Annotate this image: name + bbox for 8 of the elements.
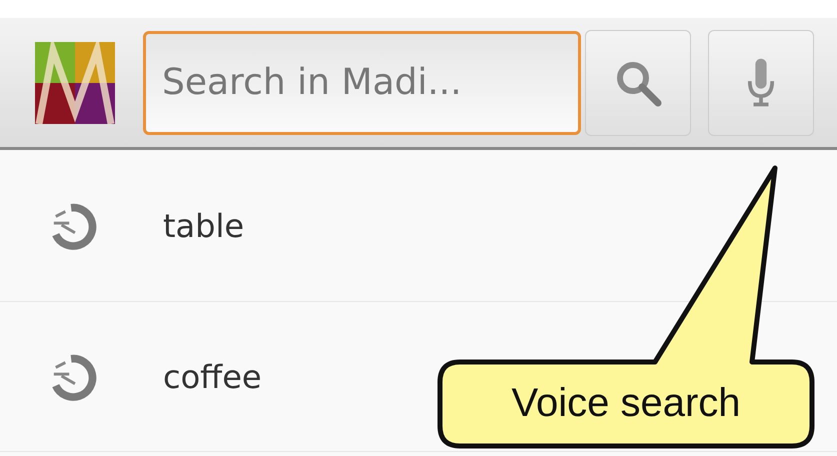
app-logo-icon bbox=[35, 42, 115, 124]
history-icon bbox=[50, 352, 98, 400]
voice-search-button[interactable] bbox=[708, 30, 814, 136]
callout-text: Voice search bbox=[510, 380, 742, 427]
search-field[interactable]: Search in Madi... bbox=[143, 30, 581, 134]
microphone-icon bbox=[747, 56, 775, 108]
history-icon bbox=[50, 202, 98, 250]
search-button[interactable] bbox=[585, 30, 691, 136]
